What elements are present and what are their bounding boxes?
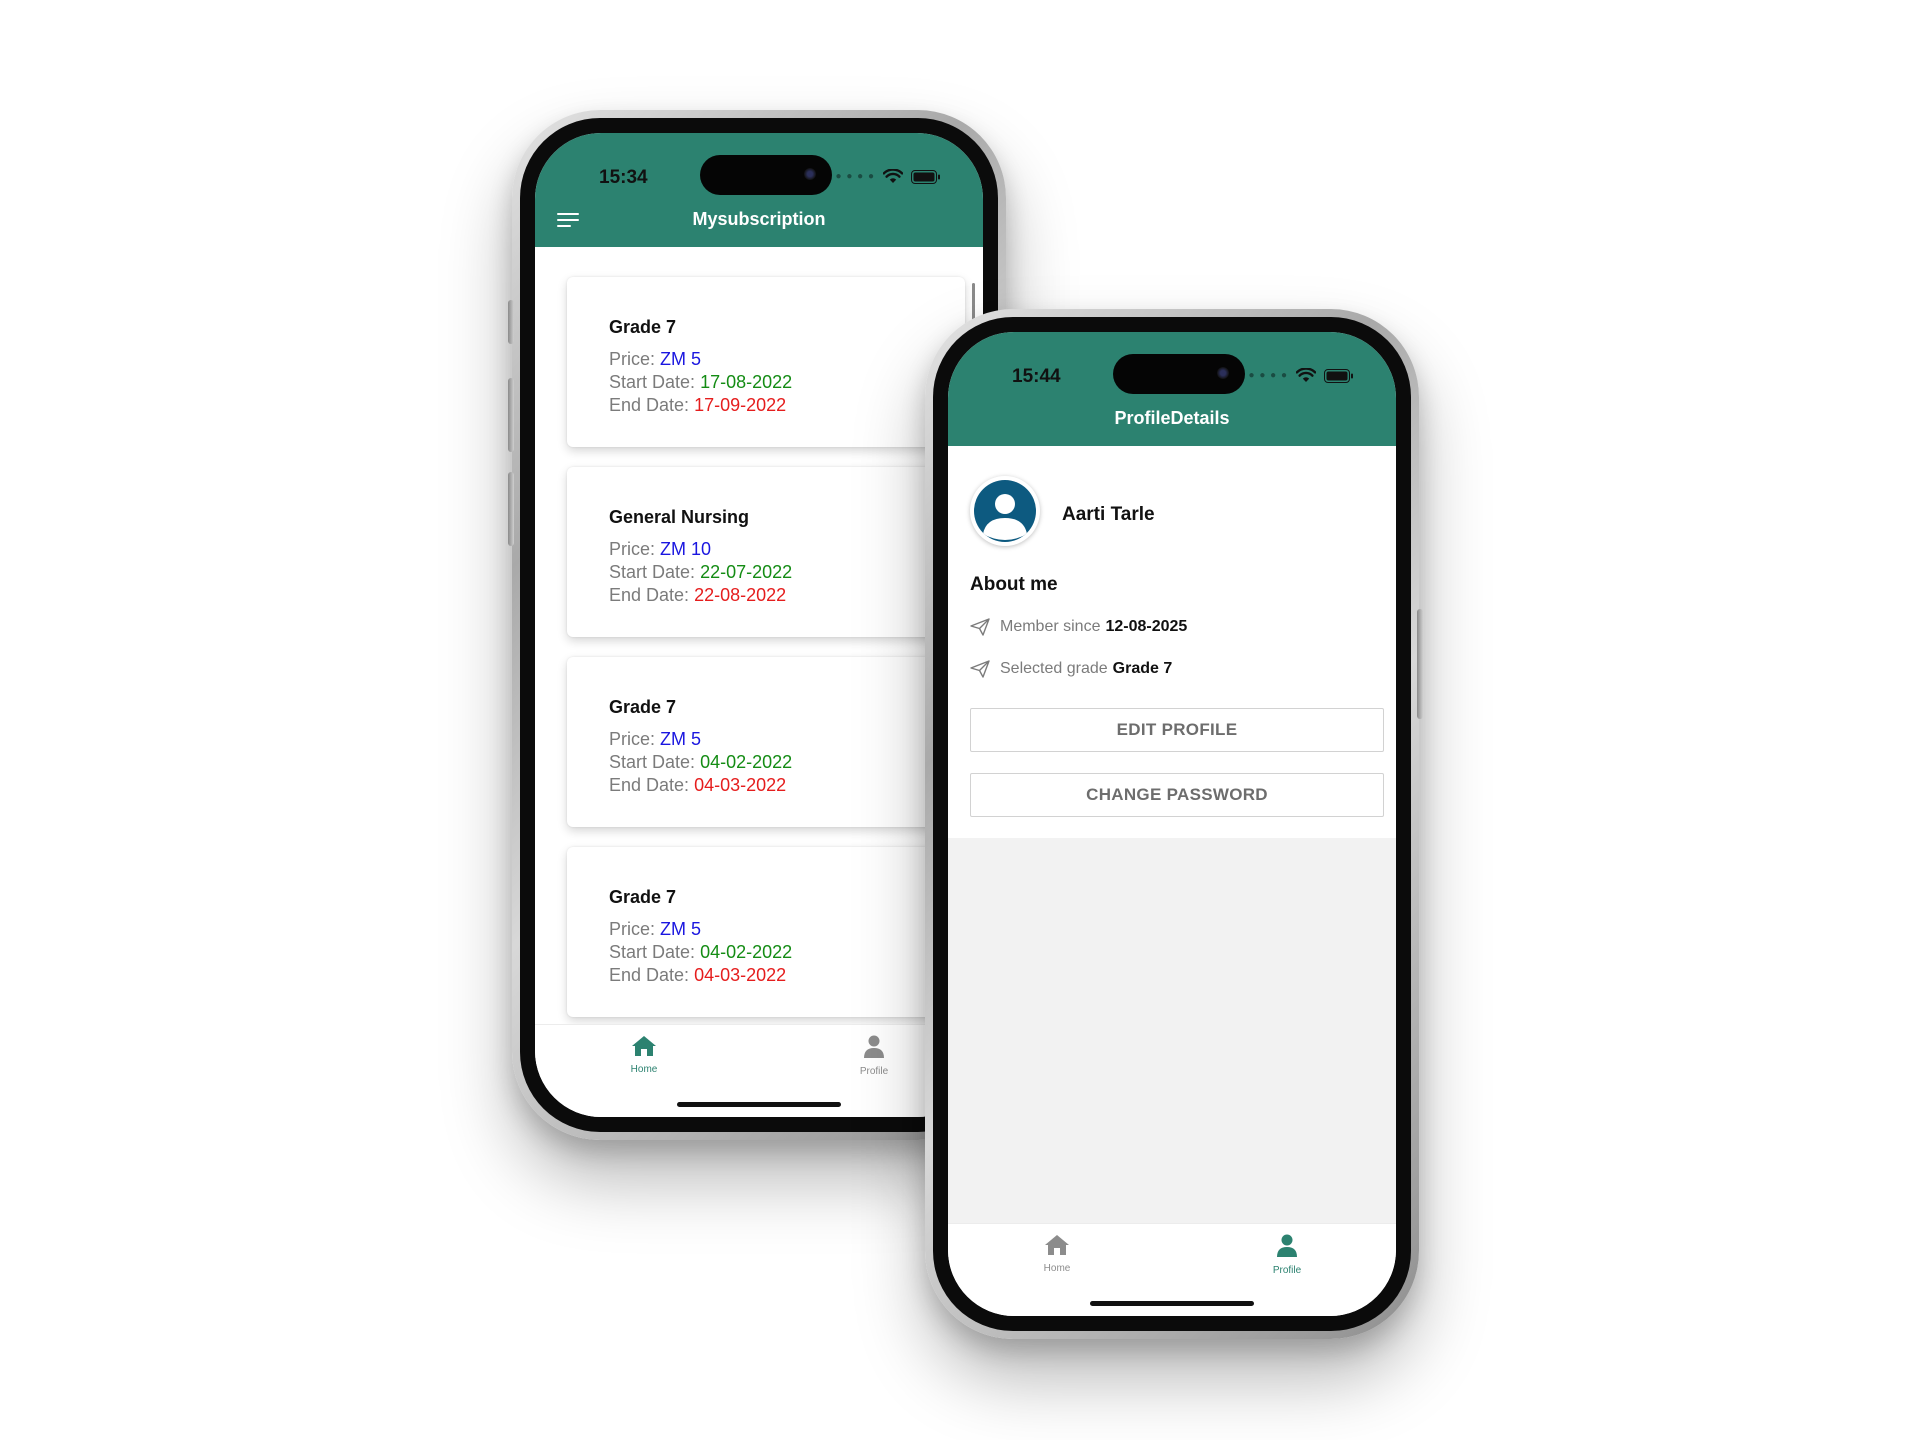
subscription-name: Grade 7 [609, 317, 677, 337]
start-date-value: 22-07-2022 [700, 562, 793, 582]
subscription-name: Grade 7 [609, 887, 677, 907]
phone-screen: 15:34 ● ● ● ● Mysubscription Grade 7 Pri… [535, 133, 983, 1117]
home-icon [1045, 1235, 1069, 1255]
subscription-card[interactable]: General Nursing Price: ZM 10 Start Date:… [567, 467, 965, 637]
selected-grade-label: Selected grade [1000, 660, 1108, 677]
member-since-row: Member since 12-08-2025 [970, 618, 1187, 636]
user-icon [864, 1035, 884, 1058]
user-name: Aarti Tarle [1062, 504, 1155, 525]
end-date-row: End Date: 22-08-2022 [609, 585, 787, 605]
status-time: 15:44 [1012, 366, 1061, 387]
dynamic-island [700, 155, 832, 195]
signal-icon: ● ● ● ● [835, 171, 875, 182]
wifi-icon [1296, 368, 1316, 382]
change-password-button[interactable]: CHANGE PASSWORD [970, 773, 1384, 817]
price-value: ZM 10 [660, 539, 712, 559]
app-header: 15:44 ● ● ● ● ProfileDetails [948, 332, 1396, 446]
wifi-icon [883, 169, 903, 183]
start-date-row: Start Date: 17-08-2022 [609, 372, 793, 392]
price-row: Price: ZM 5 [609, 729, 702, 749]
phone-profile: 15:44 ● ● ● ● ProfileDetails Aarti Tarle… [925, 309, 1423, 1339]
end-date-value: 04-03-2022 [694, 965, 787, 985]
start-date-row: Start Date: 04-02-2022 [609, 942, 793, 962]
volume-up-button [508, 378, 514, 452]
dynamic-island [1113, 354, 1245, 394]
start-date-value: 17-08-2022 [700, 372, 793, 392]
battery-icon [1324, 368, 1353, 383]
start-date-value: 04-02-2022 [700, 752, 793, 772]
end-date-value: 17-09-2022 [694, 395, 787, 415]
signal-icon: ● ● ● ● [1248, 370, 1288, 381]
home-indicator[interactable] [1090, 1301, 1254, 1306]
price-row: Price: ZM 5 [609, 919, 702, 939]
phone-screen: 15:44 ● ● ● ● ProfileDetails Aarti Tarle… [948, 332, 1396, 1316]
home-indicator[interactable] [677, 1102, 841, 1107]
tab-profile[interactable]: Profile [829, 1035, 919, 1077]
tab-home[interactable]: Home [1012, 1234, 1102, 1274]
tab-label: Home [630, 1064, 658, 1075]
end-date-value: 04-03-2022 [694, 775, 787, 795]
tab-profile[interactable]: Profile [1242, 1234, 1332, 1276]
member-since-value: 12-08-2025 [1105, 618, 1188, 635]
price-row: Price: ZM 10 [609, 539, 712, 559]
status-icons: ● ● ● ● [1249, 368, 1355, 383]
status-time: 15:34 [599, 167, 648, 188]
selected-grade-row: Selected grade Grade 7 [970, 660, 1172, 678]
avatar[interactable] [970, 476, 1040, 546]
start-date-value: 04-02-2022 [700, 942, 793, 962]
price-value: ZM 5 [660, 729, 702, 749]
subscription-list[interactable]: Grade 7 Price: ZM 5 Start Date: 17-08-20… [535, 263, 983, 1027]
battery-icon [911, 169, 940, 184]
edit-profile-button[interactable]: EDIT PROFILE [970, 708, 1384, 752]
user-icon [1277, 1234, 1297, 1257]
price-row: Price: ZM 5 [609, 349, 702, 369]
price-value: ZM 5 [660, 919, 702, 939]
subscription-card[interactable]: Grade 7 Price: ZM 5 Start Date: 04-02-20… [567, 657, 965, 827]
start-date-row: Start Date: 22-07-2022 [609, 562, 793, 582]
side-button [508, 300, 514, 344]
app-header: 15:34 ● ● ● ● Mysubscription [535, 133, 983, 247]
price-value: ZM 5 [660, 349, 702, 369]
about-heading: About me [970, 574, 1058, 595]
tab-bar: Home Profile [535, 1024, 983, 1117]
status-icons: ● ● ● ● [836, 169, 942, 184]
selected-grade-value: Grade 7 [1112, 660, 1173, 677]
send-icon [970, 618, 990, 636]
tab-label: Profile [1272, 1265, 1302, 1276]
end-date-row: End Date: 04-03-2022 [609, 775, 787, 795]
mockup-stage: 15:34 ● ● ● ● Mysubscription Grade 7 Pri… [0, 0, 1920, 1440]
camera-icon [1217, 367, 1229, 379]
tab-bar: Home Profile [948, 1223, 1396, 1316]
page-title: Mysubscription [692, 209, 826, 229]
power-button [1417, 609, 1423, 719]
tab-home[interactable]: Home [599, 1035, 689, 1075]
subscription-card[interactable]: Grade 7 Price: ZM 5 Start Date: 04-02-20… [567, 847, 965, 1017]
member-since-label: Member since [1000, 618, 1101, 635]
profile-details: Aarti Tarle About me Member since 12-08-… [948, 446, 1396, 838]
tab-label: Home [1043, 1263, 1071, 1274]
empty-content-area [948, 838, 1396, 1224]
avatar-user-icon [974, 480, 1036, 542]
phone-bezel: 15:44 ● ● ● ● ProfileDetails Aarti Tarle… [933, 317, 1411, 1331]
end-date-value: 22-08-2022 [694, 585, 787, 605]
volume-down-button [508, 472, 514, 546]
camera-icon [804, 168, 816, 180]
page-title: ProfileDetails [1114, 408, 1230, 428]
subscription-card[interactable]: Grade 7 Price: ZM 5 Start Date: 17-08-20… [567, 277, 965, 447]
subscription-name: Grade 7 [609, 697, 677, 717]
start-date-row: Start Date: 04-02-2022 [609, 752, 793, 772]
subscription-name: General Nursing [609, 507, 750, 527]
tab-label: Profile [859, 1066, 889, 1077]
end-date-row: End Date: 17-09-2022 [609, 395, 787, 415]
home-icon [632, 1036, 656, 1056]
end-date-row: End Date: 04-03-2022 [609, 965, 787, 985]
send-icon [970, 660, 990, 678]
